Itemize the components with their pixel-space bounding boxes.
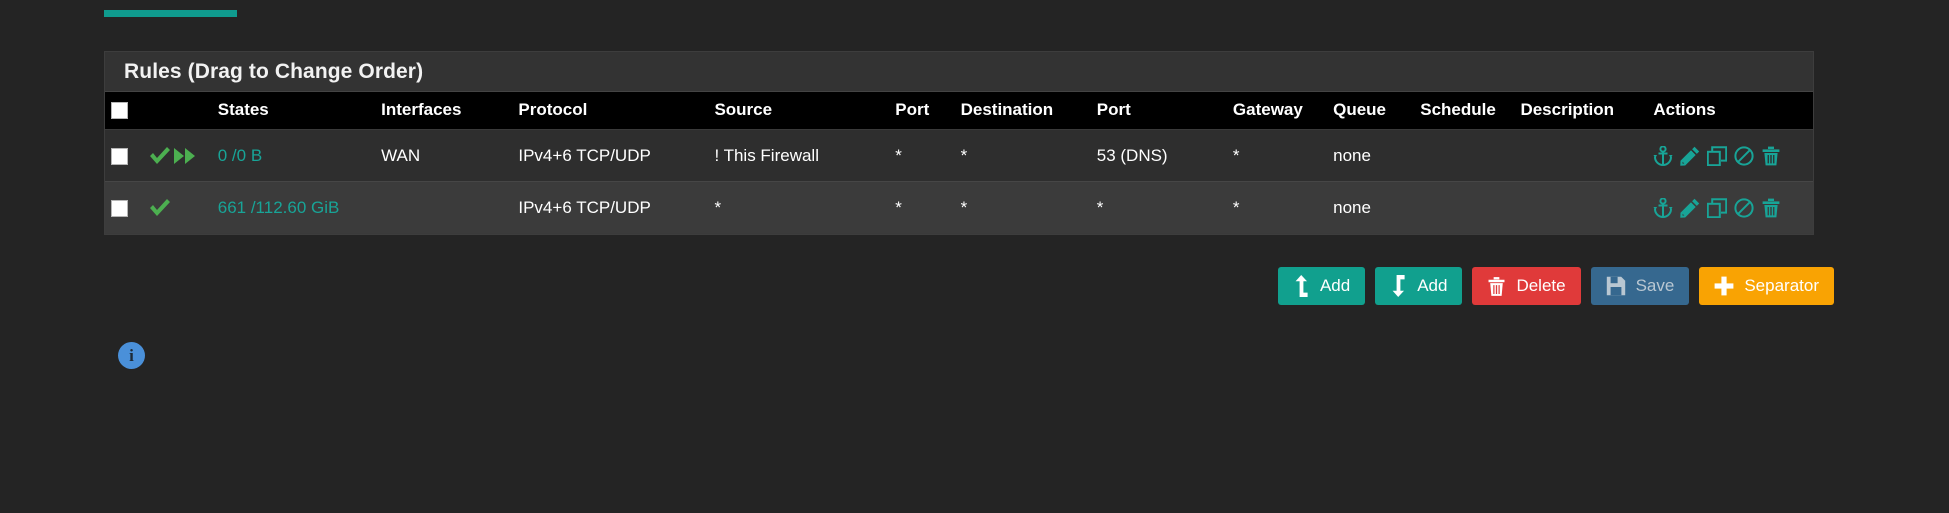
ban-icon[interactable] (1734, 145, 1754, 166)
row-protocol: IPv4+6 TCP/UDP (512, 181, 709, 234)
add-up-button[interactable]: Add (1277, 267, 1366, 305)
th-source-port[interactable]: Port (889, 92, 954, 130)
table-header: States Interfaces Protocol Source Port D… (105, 92, 1813, 130)
row-queue: none (1327, 129, 1415, 182)
row-source: ! This Firewall (708, 129, 890, 182)
row-destination: * (954, 181, 1091, 234)
plus-icon (1714, 276, 1734, 296)
th-queue[interactable]: Queue (1327, 92, 1414, 130)
rules-action-buttons: Add Add Delete Save Separator (1277, 267, 1834, 305)
row-description (1514, 129, 1648, 182)
row-status-icons (142, 129, 212, 182)
trash-icon[interactable] (1761, 146, 1781, 166)
separator-button[interactable]: Separator (1699, 267, 1834, 305)
add-up-button-label: Add (1319, 276, 1351, 295)
trash-icon[interactable] (1761, 198, 1781, 218)
row-select-cell[interactable] (105, 129, 143, 182)
row-actions (1647, 129, 1813, 182)
table-row[interactable]: 0 /0 B WAN IPv4+6 TCP/UDP ! This Firewal… (105, 129, 1813, 182)
rules-panel: Rules (Drag to Change Order) States Inte… (104, 51, 1814, 235)
table-body: 0 /0 B WAN IPv4+6 TCP/UDP ! This Firewal… (105, 129, 1813, 234)
row-schedule (1414, 181, 1515, 234)
row-destination-port: 53 (DNS) (1090, 129, 1227, 182)
pencil-icon[interactable] (1680, 146, 1700, 166)
row-interfaces (375, 181, 513, 234)
copy-icon[interactable] (1707, 145, 1728, 166)
anchor-icon[interactable] (1653, 197, 1673, 218)
row-schedule (1414, 129, 1515, 182)
row-source: * (708, 181, 890, 234)
row-destination: * (954, 129, 1091, 182)
save-button[interactable]: Save (1590, 267, 1690, 305)
select-all-checkbox[interactable] (111, 102, 128, 120)
check-icon (150, 198, 171, 216)
row-actions (1647, 181, 1813, 234)
fast-forward-icon (174, 147, 196, 164)
add-down-button-label: Add (1417, 276, 1448, 295)
th-icons (142, 92, 212, 130)
pencil-icon[interactable] (1680, 198, 1700, 218)
row-gateway: * (1226, 129, 1328, 182)
page-title: Rules (Drag to Change Order) (124, 59, 424, 83)
arrow-up-icon (1295, 275, 1308, 297)
delete-button[interactable]: Delete (1472, 267, 1581, 305)
arrow-down-icon (1392, 275, 1405, 297)
th-source[interactable]: Source (708, 92, 889, 130)
table-row[interactable]: 661 /112.60 GiB IPv4+6 TCP/UDP * * * * *… (105, 181, 1813, 234)
info-icon[interactable]: i (118, 342, 145, 369)
row-select-cell[interactable] (105, 181, 143, 234)
save-button-label: Save (1635, 276, 1675, 295)
select-all-header[interactable] (105, 92, 142, 130)
rules-panel-header: Rules (Drag to Change Order) (105, 52, 1813, 92)
copy-icon[interactable] (1707, 197, 1728, 218)
separator-button-label: Separator (1744, 276, 1819, 295)
th-destination[interactable]: Destination (955, 92, 1091, 130)
th-destination-port[interactable]: Port (1091, 92, 1227, 130)
row-gateway: * (1226, 181, 1328, 234)
add-down-button[interactable]: Add (1375, 267, 1463, 305)
row-description (1514, 181, 1648, 234)
row-interfaces: WAN (375, 129, 513, 182)
row-checkbox[interactable] (111, 147, 128, 165)
firewall-rules-page: Rules (Drag to Change Order) States Inte… (0, 0, 1949, 513)
th-description[interactable]: Description (1514, 92, 1647, 130)
row-states: 661 /112.60 GiB (211, 181, 376, 234)
delete-button-label: Delete (1516, 276, 1566, 295)
th-protocol[interactable]: Protocol (512, 92, 708, 130)
table-header-row: States Interfaces Protocol Source Port D… (105, 92, 1813, 130)
active-tab-indicator (104, 10, 237, 17)
row-destination-port: * (1090, 181, 1227, 234)
th-interfaces[interactable]: Interfaces (375, 92, 512, 130)
check-icon (150, 146, 171, 164)
row-source-port: * (889, 181, 955, 234)
row-checkbox[interactable] (111, 199, 128, 217)
th-schedule[interactable]: Schedule (1414, 92, 1514, 130)
th-gateway[interactable]: Gateway (1227, 92, 1327, 130)
row-states: 0 /0 B (211, 129, 376, 182)
th-states[interactable]: States (212, 92, 375, 130)
row-protocol: IPv4+6 TCP/UDP (512, 129, 709, 182)
ban-icon[interactable] (1734, 197, 1754, 218)
row-status-icons (142, 181, 212, 234)
floppy-icon (1606, 276, 1625, 296)
anchor-icon[interactable] (1653, 145, 1673, 166)
row-queue: none (1327, 181, 1415, 234)
rules-table: States Interfaces Protocol Source Port D… (105, 92, 1813, 234)
th-actions: Actions (1653, 100, 1716, 119)
row-source-port: * (889, 129, 955, 182)
trash-icon (1488, 276, 1505, 296)
